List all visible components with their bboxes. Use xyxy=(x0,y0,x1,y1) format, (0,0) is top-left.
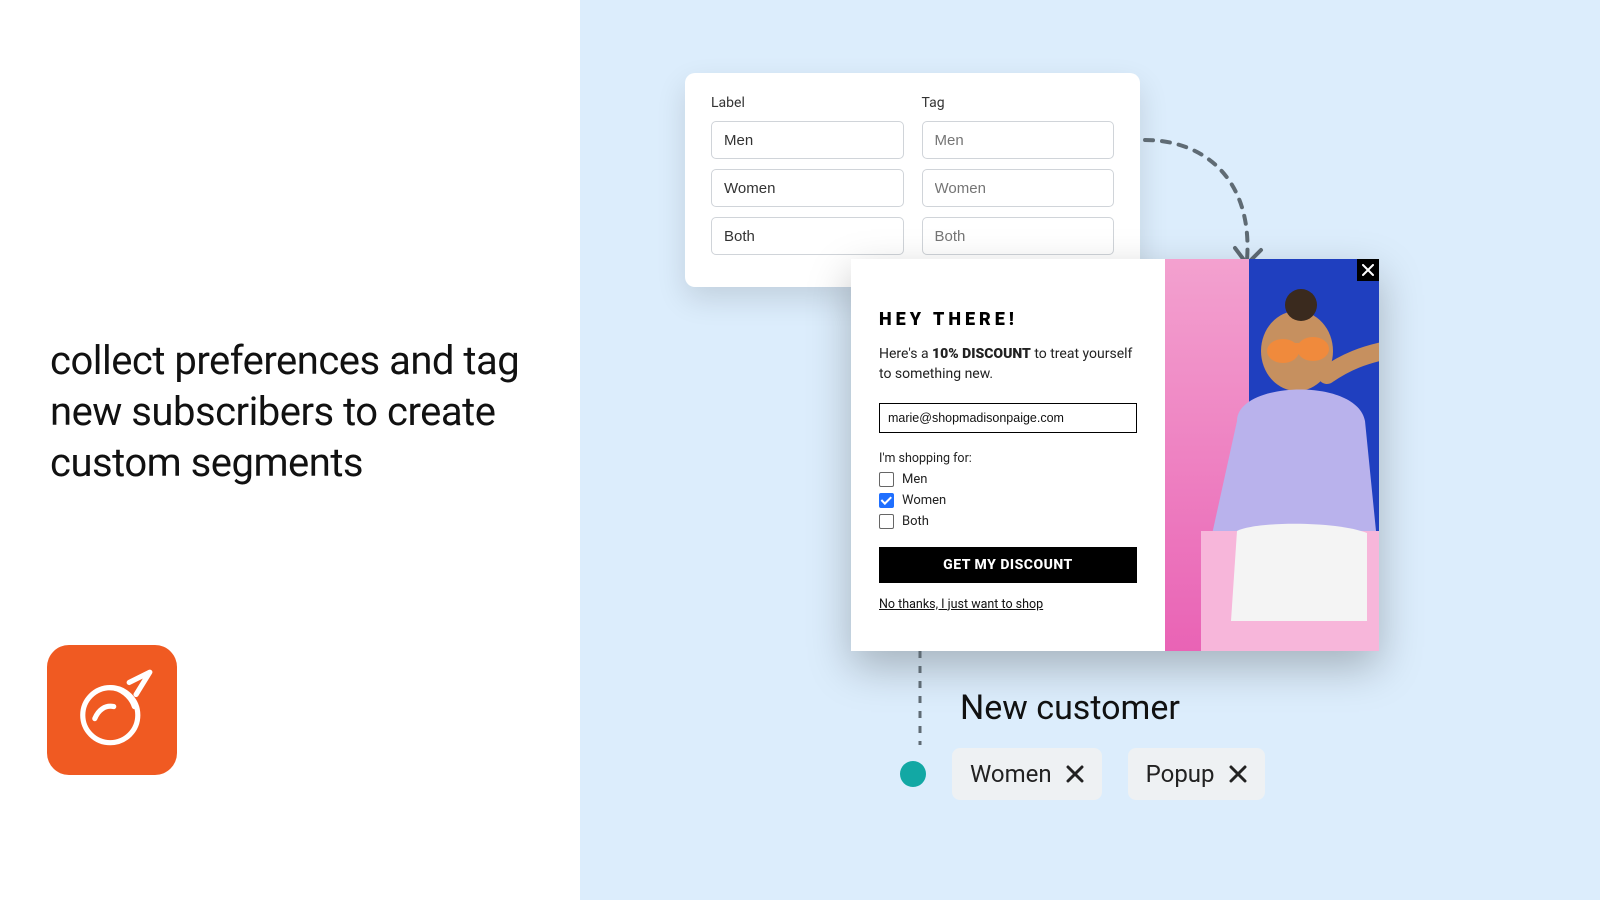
segment-title: New customer xyxy=(960,688,1265,728)
tag-settings-card: Label Tag xyxy=(685,73,1140,287)
label-column-header: Label xyxy=(711,95,904,111)
checkbox-label-men: Men xyxy=(902,472,927,487)
decline-link[interactable]: No thanks, I just want to shop xyxy=(879,597,1043,612)
popup-copy: Here's a 10% DISCOUNT to treat yourself … xyxy=(879,344,1137,385)
email-field[interactable] xyxy=(879,403,1137,433)
tag-input-row-0[interactable] xyxy=(922,121,1115,159)
tag-input-row-1[interactable] xyxy=(922,169,1115,207)
checkbox-men[interactable] xyxy=(879,472,894,487)
model-illustration-icon xyxy=(1177,281,1379,651)
label-input-row-2[interactable] xyxy=(711,217,904,255)
chip-label: Popup xyxy=(1146,760,1215,788)
segment-block: New customer Women Popup xyxy=(900,688,1265,800)
shopping-for-prompt: I'm shopping for: xyxy=(879,451,1137,466)
label-input-row-0[interactable] xyxy=(711,121,904,159)
chip-label: Women xyxy=(970,760,1052,788)
close-icon xyxy=(1362,264,1374,276)
chip-remove-button[interactable] xyxy=(1229,765,1247,783)
signup-popup: HEY THERE! Here's a 10% DISCOUNT to trea… xyxy=(851,259,1379,651)
close-icon xyxy=(1229,765,1247,783)
chip-remove-button[interactable] xyxy=(1066,765,1084,783)
popup-copy-bold: 10% DISCOUNT xyxy=(932,346,1031,362)
tag-input-row-2[interactable] xyxy=(922,217,1115,255)
checkbox-women[interactable] xyxy=(879,493,894,508)
close-icon xyxy=(1066,765,1084,783)
close-button[interactable] xyxy=(1357,259,1379,281)
checkbox-row-both[interactable]: Both xyxy=(879,514,1137,529)
checkbox-row-women[interactable]: Women xyxy=(879,493,1137,508)
get-discount-button[interactable]: GET MY DISCOUNT xyxy=(879,547,1137,583)
popup-hero-image xyxy=(1165,259,1379,651)
tag-column-header: Tag xyxy=(922,95,1115,111)
segment-dot-icon xyxy=(900,761,926,787)
checkbox-both[interactable] xyxy=(879,514,894,529)
marketing-headline: collect preferences and tag new subscrib… xyxy=(50,335,550,489)
checkbox-label-both: Both xyxy=(902,514,929,529)
label-input-row-1[interactable] xyxy=(711,169,904,207)
popup-title: HEY THERE! xyxy=(879,309,1137,330)
segment-chip-popup[interactable]: Popup xyxy=(1128,748,1265,800)
brand-logo xyxy=(47,645,177,775)
checkbox-row-men[interactable]: Men xyxy=(879,472,1137,487)
checkbox-label-women: Women xyxy=(902,493,946,508)
unicorn-icon xyxy=(69,667,155,753)
segment-chip-women[interactable]: Women xyxy=(952,748,1102,800)
popup-copy-prefix: Here's a xyxy=(879,346,932,362)
